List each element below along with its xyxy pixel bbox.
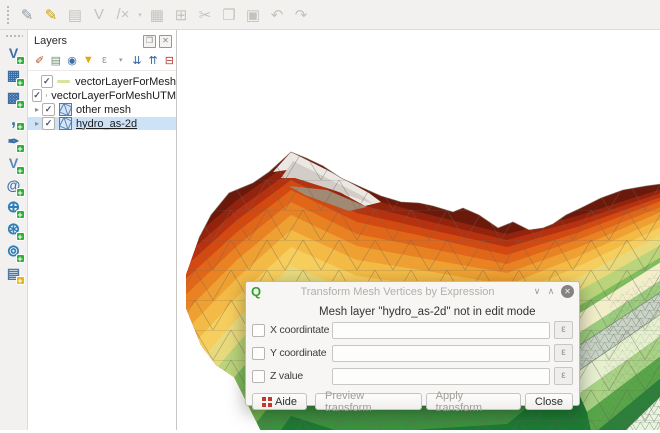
add-vector-layer-icon[interactable]: V+ [3,42,25,64]
open-layer-styling-icon[interactable]: ✐ [33,53,46,68]
manage-map-themes-icon[interactable]: ▤ [49,53,62,68]
close-panel-icon[interactable]: ✕ [159,35,172,48]
layer-label: other mesh [76,104,131,116]
y-coordinate-row: Y coordinate ε [252,345,573,361]
toggle-editing-icon[interactable]: ✎ [40,4,62,26]
add-virtual-layer-icon[interactable]: ▤+ [3,262,25,284]
layer-label: vectorLayerForMesh [75,76,176,88]
rollup-icon[interactable]: ∧ [544,286,558,297]
cut-features-icon[interactable]: ✂ [194,4,216,26]
vertex-tool-icon[interactable]: /× [112,4,134,26]
dialog-title: Transform Mesh Vertices by Expression [265,286,530,298]
layer-checkbox[interactable]: ✓ [42,117,55,130]
remove-layer-icon[interactable]: ⊟ [163,53,176,68]
close-button[interactable]: Close [525,393,573,410]
collapse-all-icon[interactable]: ⇈ [147,53,160,68]
x-expression-button[interactable]: ε [554,321,573,339]
add-postgis-layer-icon[interactable]: V+ [3,152,25,174]
layer-tree: ✓ vectorLayerForMesh ✓ vectorLayerForMes… [28,71,176,130]
edit-mode-message: Mesh layer "hydro_as-2d" not in edit mod… [319,306,579,318]
add-raster-layer-icon[interactable]: ▦+ [3,64,25,86]
x-coordinate-label: X coordintate [270,324,332,336]
current-edits-icon[interactable]: ✎ [16,4,38,26]
undo-icon[interactable]: ↶ [266,4,288,26]
layers-panel: Layers ❐ ✕ ✐ ▤ ◉ ▼ ε ▾ ⇊ ⇈ ⊟ ✓ vectorLay… [28,30,177,430]
layer-row-vectorLayerForMeshUTM[interactable]: ✓ vectorLayerForMeshUTM [28,89,176,102]
filter-legend-icon[interactable]: ▼ [82,53,95,68]
apply-transform-button[interactable]: Apply transform [426,393,521,410]
layer-row-hydro-as-2d[interactable]: ▸ ✓ hydro_as-2d [28,117,176,130]
help-button[interactable]: Aide [252,393,307,410]
layer-checkbox[interactable]: ✓ [32,89,42,102]
z-value-row: Z value ε [252,368,573,384]
filter-expression-icon[interactable]: ε [98,53,111,68]
add-oracle-layer-icon[interactable]: @+ [3,174,25,196]
y-coordinate-label: Y coordinate [270,347,332,359]
layer-checkbox[interactable]: ✓ [42,103,55,116]
x-coordinate-input[interactable] [332,322,550,339]
field-calculator-icon[interactable]: ⊞ [170,4,192,26]
mesh-layer-icon [59,117,72,130]
layer-row-other-mesh[interactable]: ▸ ✓ other mesh [28,103,176,116]
add-mesh-layer-icon[interactable]: ▩+ [3,86,25,108]
qgis-logo-icon: Q [251,285,265,299]
add-wfs-layer-icon[interactable]: ⊚+ [3,240,25,262]
help-icon [262,397,272,407]
layer-label: vectorLayerForMeshUTM [51,90,176,102]
float-panel-icon[interactable]: ❐ [143,35,156,48]
toolbar-grip[interactable] [5,34,23,38]
layer-label: hydro_as-2d [76,118,137,130]
filter-expression-dropdown-icon[interactable]: ▾ [114,53,127,68]
y-coordinate-checkbox[interactable] [252,347,265,360]
save-layer-edits-icon[interactable]: ▤ [64,4,86,26]
transform-mesh-dialog[interactable]: Q Transform Mesh Vertices by Expression … [245,281,580,406]
copy-features-icon[interactable]: ❐ [218,4,240,26]
dialog-button-row: Aide Preview transform Apply transform C… [252,393,573,410]
layers-panel-header: Layers ❐ ✕ [28,30,176,50]
layers-panel-title: Layers [34,35,67,47]
toolbar-grip[interactable] [6,5,10,25]
add-feature-icon[interactable]: V [88,4,110,26]
y-coordinate-input[interactable] [332,345,550,362]
expander-icon[interactable]: ▸ [32,119,42,128]
add-wms-layer-icon[interactable]: ⊕+ [3,196,25,218]
close-dialog-icon[interactable]: ✕ [561,285,574,298]
preview-transform-button[interactable]: Preview transform [315,393,422,410]
add-wcs-layer-icon[interactable]: ⊛+ [3,218,25,240]
plus-badge-icon: + [16,276,25,285]
add-delimited-text-layer-icon[interactable]: ,+ [3,108,25,130]
vertex-tool-dropdown-icon[interactable]: ▾ [136,4,144,26]
redo-icon[interactable]: ↷ [290,4,312,26]
help-button-label: Aide [275,396,297,408]
expander-icon[interactable]: ▸ [32,105,42,114]
manage-layers-toolbar: V+ ▦+ ▩+ ,+ ✒+ V+ @+ ⊕+ ⊛+ ⊚+ ▤+ [0,30,28,430]
z-expression-button[interactable]: ε [554,367,573,385]
layer-checkbox[interactable]: ✓ [41,75,53,88]
z-value-label: Z value [270,370,332,382]
visibility-eye-icon[interactable]: ◉ [65,53,78,68]
y-expression-button[interactable]: ε [554,344,573,362]
x-coordinate-checkbox[interactable] [252,324,265,337]
modify-attributes-icon[interactable]: ▦ [146,4,168,26]
layer-row-vectorLayerForMesh[interactable]: ✓ vectorLayerForMesh [28,75,176,88]
expand-all-icon[interactable]: ⇊ [130,53,143,68]
layers-panel-toolbar: ✐ ▤ ◉ ▼ ε ▾ ⇊ ⇈ ⊟ [28,50,176,71]
add-spatialite-layer-icon[interactable]: ✒+ [3,130,25,152]
rolldown-icon[interactable]: ∨ [530,286,544,297]
z-value-input[interactable] [332,368,550,385]
dialog-title-bar[interactable]: Q Transform Mesh Vertices by Expression … [246,282,579,301]
line-symbol [57,80,70,83]
mesh-layer-icon [59,103,72,116]
digitizing-toolbar: ✎ ✎ ▤ V /× ▾ ▦ ⊞ ✂ ❐ ▣ ↶ ↷ [0,0,660,30]
z-value-checkbox[interactable] [252,370,265,383]
paste-features-icon[interactable]: ▣ [242,4,264,26]
x-coordinate-row: X coordintate ε [252,322,573,338]
